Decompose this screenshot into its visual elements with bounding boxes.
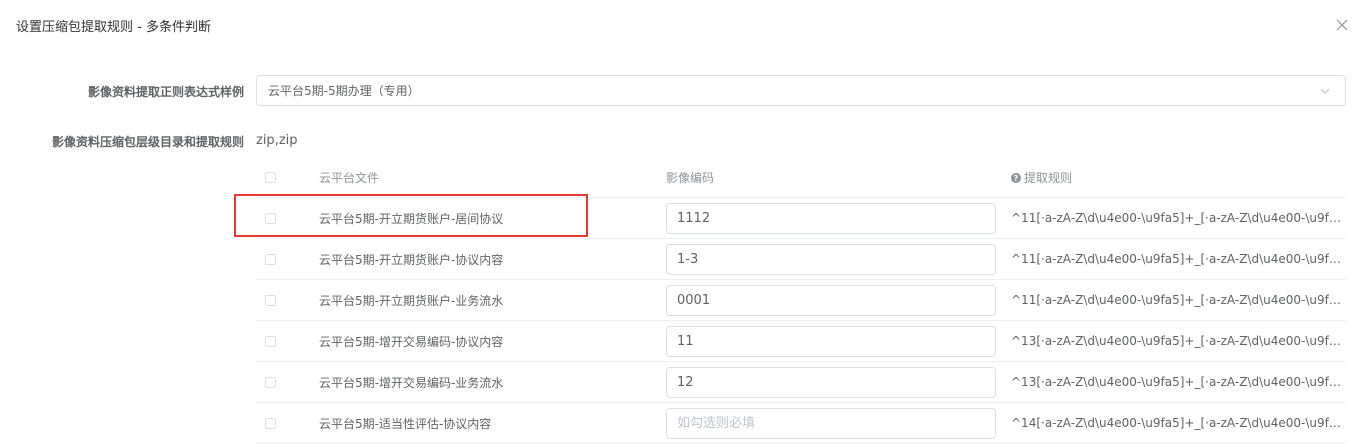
regex-sample-label: 影像资料提取正则表达式样例 <box>87 85 244 99</box>
close-icon[interactable] <box>1336 19 1348 31</box>
image-code-input[interactable] <box>666 284 996 316</box>
question-icon[interactable]: ? <box>1011 173 1021 183</box>
row-checkbox[interactable] <box>265 418 276 429</box>
hierarchy-label: 影像资料压缩包层级目录和提取规则 <box>51 135 244 149</box>
extraction-rule: ^11[·a-zA-Z\d\u4e00-\u9fa5]+_[·a-zA-Z\d\… <box>1011 211 1346 225</box>
select-all-cell <box>256 157 319 198</box>
table-row: 云平台5期-开立期货账户-协议内容 ^11[·a-zA-Z\d\u4e00-\u… <box>256 238 1346 280</box>
row-file-name: 云平台5期-开立期货账户-居间协议 <box>319 197 666 239</box>
row-checkbox[interactable] <box>265 336 276 347</box>
row-file-name: 云平台5期-开立期货账户-业务流水 <box>319 279 666 321</box>
regex-sample-select[interactable]: 云平台5期-5期办理（专用） <box>256 75 1346 106</box>
image-code-input[interactable] <box>666 243 996 275</box>
table-header-row: 云平台文件 影像编码 ? 提取规则 <box>256 157 1346 198</box>
image-code-input[interactable] <box>666 202 996 234</box>
row-checkbox[interactable] <box>265 377 276 388</box>
rules-table: 云平台文件 影像编码 ?提取规则 云平台5期-开立期货账户-居间协议 ^11[·… <box>256 157 1346 444</box>
extraction-rule: ^11[·a-zA-Z\d\u4e00-\u9fa5]+_[·a-zA-Z\d\… <box>1011 252 1346 266</box>
image-code-input[interactable] <box>666 407 996 439</box>
table-row: 云平台5期-增开交易编码-协议内容 ^13[·a-zA-Z\d\u4e00-\u… <box>256 320 1346 362</box>
table-row: 云平台5期-适当性评估-协议内容 ^14[·a-zA-Z\d\u4e00-\u9… <box>256 402 1346 444</box>
hierarchy-value: zip,zip <box>256 133 298 148</box>
header-file: 云平台文件 <box>319 157 666 198</box>
image-code-input[interactable] <box>666 325 996 357</box>
regex-sample-value: 云平台5期-5期办理（专用） <box>268 84 420 98</box>
row-checkbox[interactable] <box>265 295 276 306</box>
extraction-rule: ^11[·a-zA-Z\d\u4e00-\u9fa5]+_[·a-zA-Z\d\… <box>1011 293 1346 307</box>
extraction-rule: ^14[·a-zA-Z\d\u4e00-\u9fa5]+_[·a-zA-Z\d\… <box>1011 416 1346 430</box>
extraction-rule: ^13[·a-zA-Z\d\u4e00-\u9fa5]+_[·a-zA-Z\d\… <box>1011 334 1346 348</box>
extraction-rule: ^13[·a-zA-Z\d\u4e00-\u9fa5]+_[·a-zA-Z\d\… <box>1011 375 1346 389</box>
row-file-name: 云平台5期-增开交易编码-业务流水 <box>319 361 666 403</box>
row-file-name: 云平台5期-适当性评估-协议内容 <box>319 402 666 444</box>
chevron-down-icon <box>1320 88 1330 94</box>
row-checkbox[interactable] <box>265 213 276 224</box>
row-checkbox[interactable] <box>265 254 276 265</box>
header-rule: 提取规则 <box>1024 170 1073 185</box>
dialog-title: 设置压缩包提取规则 - 多条件判断 <box>16 20 211 35</box>
close-button[interactable] <box>1334 17 1350 33</box>
table-row: 云平台5期-开立期货账户-居间协议 ^11[·a-zA-Z\d\u4e00-\u… <box>256 197 1346 239</box>
row-file-name: 云平台5期-增开交易编码-协议内容 <box>319 320 666 362</box>
image-code-input[interactable] <box>666 366 996 398</box>
header-rule-cell: ? 提取规则 <box>1011 157 1346 198</box>
header-code: 影像编码 <box>666 157 1011 198</box>
table-row: 云平台5期-增开交易编码-业务流水 ^13[·a-zA-Z\d\u4e00-\u… <box>256 361 1346 403</box>
select-all-checkbox[interactable] <box>265 172 276 183</box>
table-row: 云平台5期-开立期货账户-业务流水 ^11[·a-zA-Z\d\u4e00-\u… <box>256 279 1346 321</box>
row-file-name: 云平台5期-开立期货账户-协议内容 <box>319 238 666 280</box>
